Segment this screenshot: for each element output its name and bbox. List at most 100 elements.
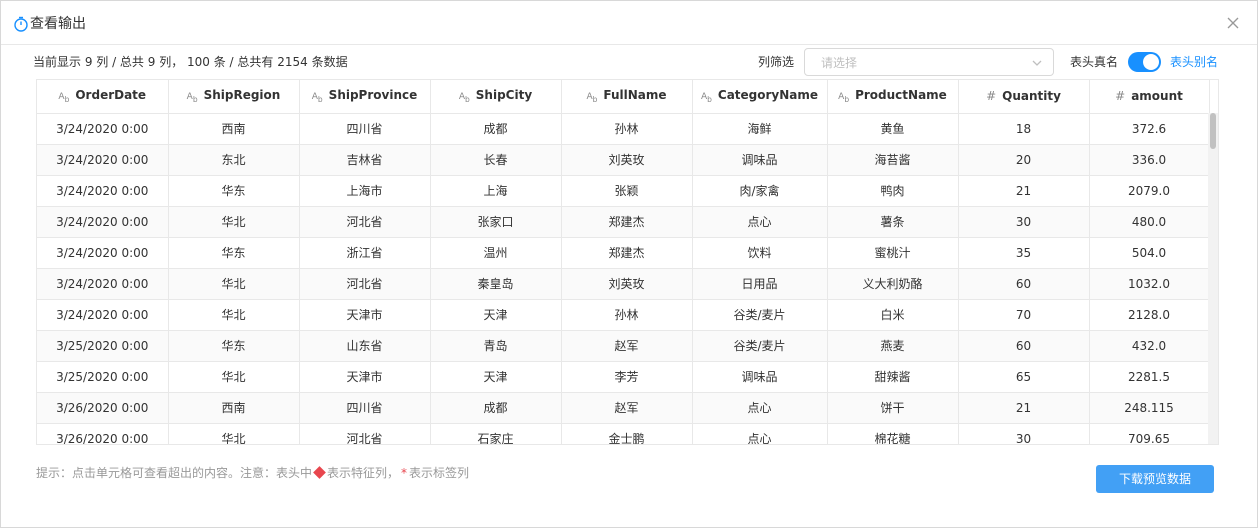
table-cell[interactable]: 义大利奶酪 <box>827 268 959 300</box>
column-header[interactable]: # amount <box>1089 80 1210 114</box>
table-cell[interactable]: 336.0 <box>1089 144 1210 176</box>
table-cell[interactable]: 长春 <box>430 144 562 176</box>
table-cell[interactable]: 天津 <box>430 361 562 393</box>
table-cell[interactable]: 3/26/2020 0:00 <box>37 392 169 424</box>
table-cell[interactable]: 21 <box>958 392 1090 424</box>
table-cell[interactable]: 3/24/2020 0:00 <box>37 299 169 331</box>
table-cell[interactable]: 燕麦 <box>827 330 959 362</box>
vertical-scrollbar[interactable] <box>1208 113 1218 444</box>
table-cell[interactable]: 郑建杰 <box>561 237 693 269</box>
table-cell[interactable]: 3/24/2020 0:00 <box>37 113 169 145</box>
table-cell[interactable]: 华北 <box>168 299 300 331</box>
table-cell[interactable]: 赵军 <box>561 392 693 424</box>
column-header[interactable]: Ab FullName <box>561 80 693 114</box>
table-cell[interactable]: 3/24/2020 0:00 <box>37 237 169 269</box>
table-cell[interactable]: 2281.5 <box>1089 361 1210 393</box>
table-cell[interactable]: 504.0 <box>1089 237 1210 269</box>
table-cell[interactable]: 四川省 <box>299 392 431 424</box>
table-cell[interactable]: 3/25/2020 0:00 <box>37 361 169 393</box>
table-cell[interactable]: 华东 <box>168 330 300 362</box>
table-cell[interactable]: 华北 <box>168 423 300 444</box>
table-cell[interactable]: 60 <box>958 330 1090 362</box>
table-cell[interactable]: 70 <box>958 299 1090 331</box>
table-cell[interactable]: 调味品 <box>692 144 828 176</box>
table-cell[interactable]: 刘英玫 <box>561 144 693 176</box>
table-cell[interactable]: 刘英玫 <box>561 268 693 300</box>
table-cell[interactable]: 谷类/麦片 <box>692 330 828 362</box>
column-header[interactable]: Ab OrderDate <box>37 80 169 114</box>
table-cell[interactable]: 华东 <box>168 237 300 269</box>
table-cell[interactable]: 金士鹏 <box>561 423 693 444</box>
table-cell[interactable]: 蜜桃汁 <box>827 237 959 269</box>
table-cell[interactable]: 郑建杰 <box>561 206 693 238</box>
table-cell[interactable]: 3/25/2020 0:00 <box>37 330 169 362</box>
table-cell[interactable]: 调味品 <box>692 361 828 393</box>
table-cell[interactable]: 20 <box>958 144 1090 176</box>
table-cell[interactable]: 2128.0 <box>1089 299 1210 331</box>
table-cell[interactable]: 海鲜 <box>692 113 828 145</box>
table-cell[interactable]: 3/26/2020 0:00 <box>37 423 169 444</box>
table-cell[interactable]: 华东 <box>168 175 300 207</box>
table-cell[interactable]: 天津 <box>430 299 562 331</box>
table-cell[interactable]: 谷类/麦片 <box>692 299 828 331</box>
table-cell[interactable]: 3/24/2020 0:00 <box>37 144 169 176</box>
table-cell[interactable]: 2079.0 <box>1089 175 1210 207</box>
table-cell[interactable]: 18 <box>958 113 1090 145</box>
table-cell[interactable]: 张颖 <box>561 175 693 207</box>
table-cell[interactable]: 华北 <box>168 268 300 300</box>
table-cell[interactable]: 河北省 <box>299 206 431 238</box>
table-cell[interactable]: 30 <box>958 206 1090 238</box>
table-cell[interactable]: 鸭肉 <box>827 175 959 207</box>
table-cell[interactable]: 青岛 <box>430 330 562 362</box>
table-cell[interactable]: 饼干 <box>827 392 959 424</box>
table-cell[interactable]: 浙江省 <box>299 237 431 269</box>
table-cell[interactable]: 点心 <box>692 423 828 444</box>
table-cell[interactable]: 35 <box>958 237 1090 269</box>
table-cell[interactable]: 华北 <box>168 361 300 393</box>
table-cell[interactable]: 石家庄 <box>430 423 562 444</box>
table-cell[interactable]: 西南 <box>168 392 300 424</box>
table-cell[interactable]: 709.65 <box>1089 423 1210 444</box>
table-cell[interactable]: 温州 <box>430 237 562 269</box>
table-cell[interactable]: 30 <box>958 423 1090 444</box>
table-cell[interactable]: 赵军 <box>561 330 693 362</box>
table-cell[interactable]: 河北省 <box>299 268 431 300</box>
header-alias-label[interactable]: 表头别名 <box>1170 55 1218 69</box>
table-cell[interactable]: 372.6 <box>1089 113 1210 145</box>
table-cell[interactable]: 248.115 <box>1089 392 1210 424</box>
column-header[interactable]: Ab ProductName <box>827 80 959 114</box>
table-cell[interactable]: 480.0 <box>1089 206 1210 238</box>
table-cell[interactable]: 3/24/2020 0:00 <box>37 268 169 300</box>
table-cell[interactable]: 河北省 <box>299 423 431 444</box>
table-cell[interactable]: 肉/家禽 <box>692 175 828 207</box>
table-cell[interactable]: 65 <box>958 361 1090 393</box>
table-cell[interactable]: 秦皇岛 <box>430 268 562 300</box>
table-cell[interactable]: 饮料 <box>692 237 828 269</box>
column-header[interactable]: Ab ShipProvince <box>299 80 431 114</box>
table-cell[interactable]: 四川省 <box>299 113 431 145</box>
table-cell[interactable]: 1032.0 <box>1089 268 1210 300</box>
table-cell[interactable]: 成都 <box>430 113 562 145</box>
column-header[interactable]: Ab CategoryName <box>692 80 828 114</box>
table-cell[interactable]: 点心 <box>692 206 828 238</box>
table-cell[interactable]: 上海 <box>430 175 562 207</box>
table-cell[interactable]: 3/24/2020 0:00 <box>37 206 169 238</box>
table-cell[interactable]: 东北 <box>168 144 300 176</box>
table-cell[interactable]: 吉林省 <box>299 144 431 176</box>
table-cell[interactable]: 黄鱼 <box>827 113 959 145</box>
close-icon[interactable] <box>1223 13 1243 33</box>
table-cell[interactable]: 天津市 <box>299 361 431 393</box>
table-cell[interactable]: 白米 <box>827 299 959 331</box>
table-cell[interactable]: 上海市 <box>299 175 431 207</box>
table-cell[interactable]: 432.0 <box>1089 330 1210 362</box>
table-cell[interactable]: 张家口 <box>430 206 562 238</box>
column-filter-select[interactable]: 请选择 <box>804 48 1054 76</box>
table-cell[interactable]: 孙林 <box>561 113 693 145</box>
table-cell[interactable]: 3/24/2020 0:00 <box>37 175 169 207</box>
table-cell[interactable]: 21 <box>958 175 1090 207</box>
table-cell[interactable]: 华北 <box>168 206 300 238</box>
header-name-toggle[interactable] <box>1128 52 1161 72</box>
column-header[interactable]: # Quantity <box>958 80 1090 114</box>
column-header[interactable]: Ab ShipCity <box>430 80 562 114</box>
table-cell[interactable]: 海苔酱 <box>827 144 959 176</box>
